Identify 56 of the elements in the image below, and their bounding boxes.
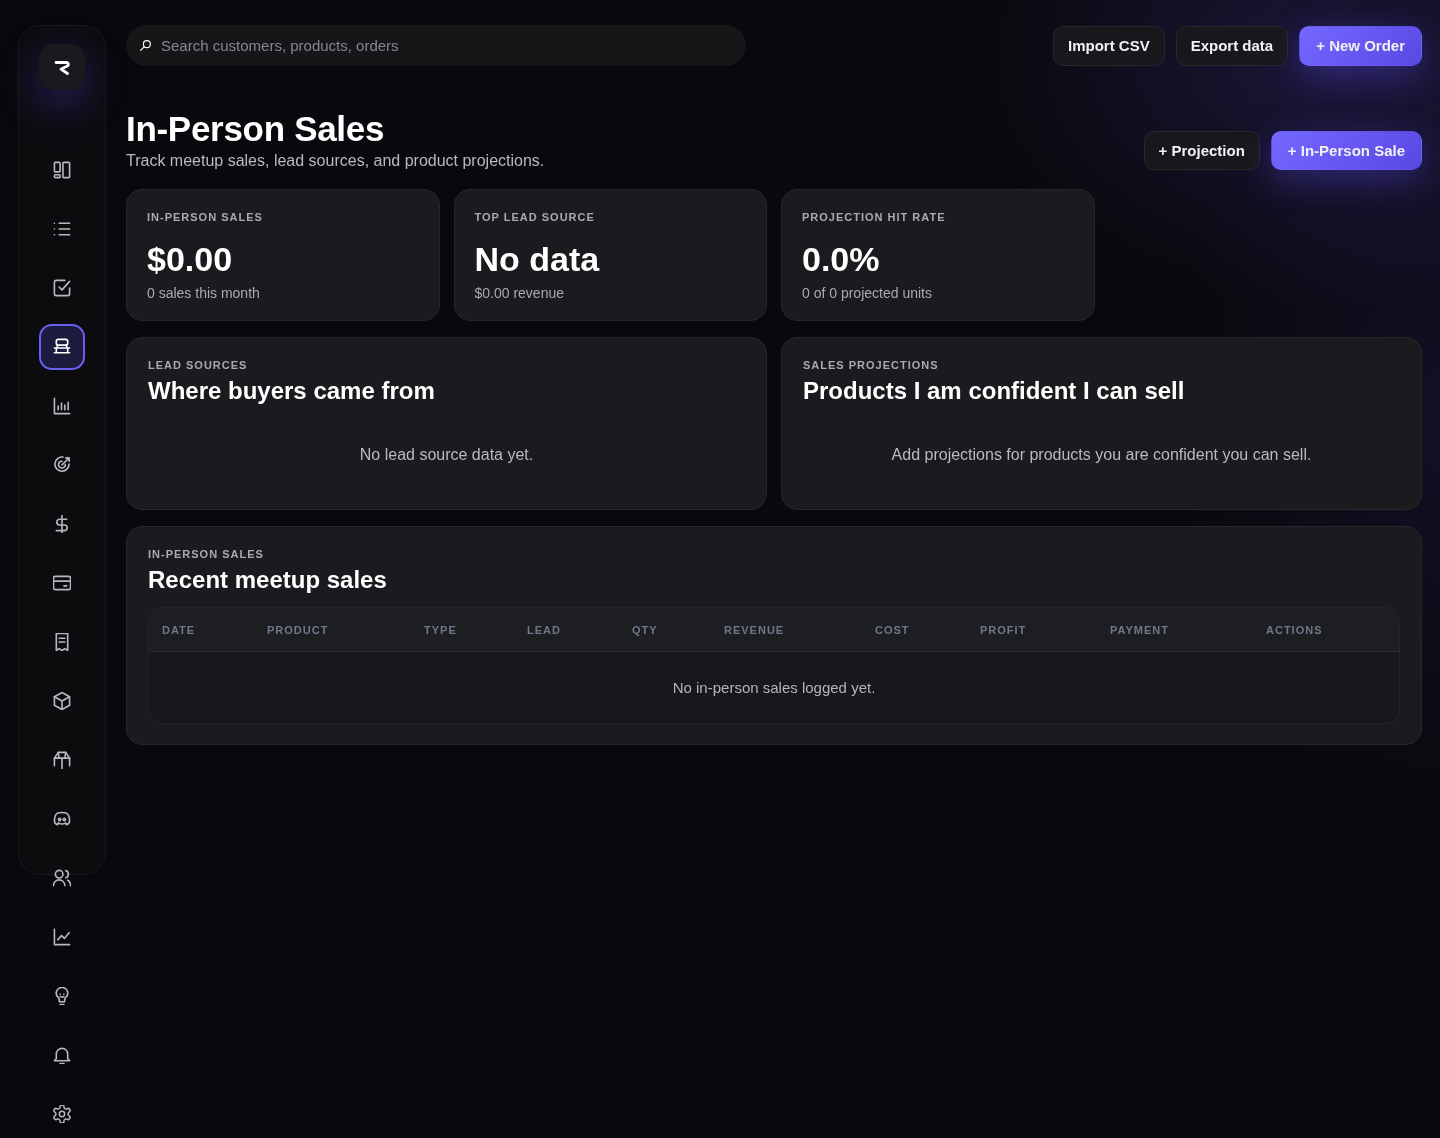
- panel-title: Where buyers came from: [148, 377, 436, 405]
- logo-icon[interactable]: [39, 44, 85, 90]
- dollar-icon: [53, 515, 71, 533]
- column-header: DATE: [162, 622, 196, 637]
- column-header: PROFIT: [980, 622, 1027, 637]
- target-icon: [53, 456, 71, 474]
- store-icon: [53, 338, 71, 356]
- list-icon: [53, 220, 71, 238]
- export-data-button[interactable]: Export data: [1175, 25, 1289, 66]
- stat-value: 0.0%: [802, 239, 881, 279]
- section-title: Recent meetup sales: [148, 566, 388, 594]
- stat-caption: 0 of 0 projected units: [802, 284, 933, 302]
- panel-eyebrow: LEAD SOURCES: [148, 358, 249, 372]
- stat-value: No data: [474, 239, 601, 279]
- stat-label: PROJECTION HIT RATE: [802, 210, 947, 224]
- lightbulb-icon: [53, 987, 71, 1005]
- receipt-icon: [53, 633, 71, 651]
- column-header: PRODUCT: [267, 622, 329, 637]
- stat-caption: $0.00 revenue: [474, 284, 566, 302]
- stat-label: TOP LEAD SOURCE: [474, 210, 596, 224]
- nav-button[interactable]: [39, 324, 85, 370]
- credit-card-icon: [53, 574, 71, 592]
- users-icon: [53, 869, 71, 887]
- cube-icon: [53, 692, 71, 710]
- add-sale-button[interactable]: + In-Person Sale: [1270, 131, 1422, 170]
- empty-state-text: No lead source data yet.: [359, 446, 534, 463]
- column-header: QTY: [632, 622, 658, 637]
- line-chart-icon: [53, 928, 71, 946]
- column-header: ACTIONS: [1266, 622, 1323, 637]
- search-field[interactable]: Search customers, products, orders: [126, 25, 746, 66]
- panel-title: Products I am confident I can sell: [803, 377, 1186, 405]
- column-header: LEAD: [527, 622, 561, 637]
- column-header: TYPE: [424, 622, 457, 637]
- page-subtitle: Track meetup sales, lead sources, and product projections.: [126, 151, 545, 171]
- layout-icon: [53, 161, 71, 179]
- column-header: COST: [875, 622, 910, 637]
- import-csv-button[interactable]: Import CSV: [1053, 25, 1165, 66]
- column-header: PAYMENT: [1110, 622, 1169, 637]
- page-title: In-Person Sales: [126, 108, 386, 149]
- gamepad-icon: [53, 810, 71, 828]
- new-order-button[interactable]: + New Order: [1299, 25, 1422, 66]
- panel-eyebrow: SALES PROJECTIONS: [803, 358, 940, 372]
- stat-value: $0.00: [147, 239, 234, 279]
- stat-label: IN-PERSON SALES: [147, 210, 264, 224]
- column-header: REVENUE: [724, 622, 785, 637]
- section-eyebrow: IN-PERSON SALES: [148, 547, 265, 561]
- checkbox-icon: [53, 279, 71, 297]
- settings-icon: [53, 1105, 71, 1123]
- search-icon: [140, 40, 151, 51]
- empty-state-text: Add projections for products you are confident you can sell.: [891, 446, 1312, 463]
- add-projection-button[interactable]: + Projection: [1143, 131, 1260, 170]
- bar-chart-icon: [53, 397, 71, 415]
- canopy-icon: [53, 751, 71, 769]
- stat-caption: 0 sales this month: [147, 284, 261, 302]
- bell-icon: [53, 1046, 71, 1064]
- empty-state-text: No in-person sales logged yet.: [672, 678, 876, 697]
